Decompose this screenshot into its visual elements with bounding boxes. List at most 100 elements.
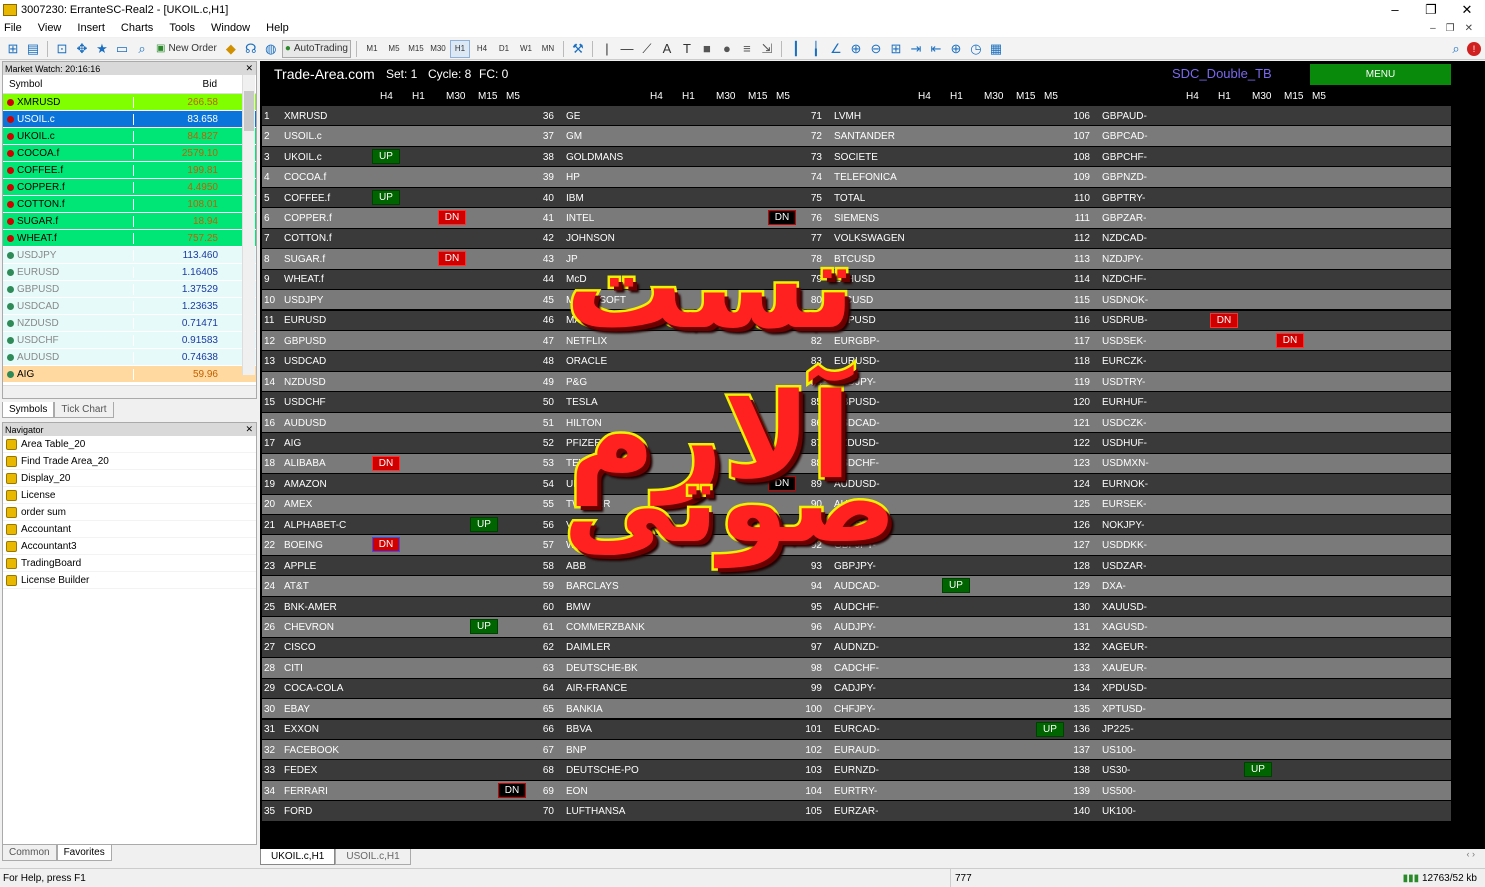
dashboard-row[interactable]: 4 COCOA.f: [260, 167, 528, 188]
tab-favorites[interactable]: Favorites: [56, 845, 112, 861]
tab-tick-chart[interactable]: Tick Chart: [54, 402, 114, 418]
market-watch-row[interactable]: SUGAR.f 18.94: [3, 213, 256, 230]
chart-window[interactable]: Trade-Area.com Set: 1 Cycle: 8 FC: 0 SDC…: [260, 61, 1485, 849]
child-restore-icon[interactable]: ❐: [1446, 23, 1455, 34]
tf-mn[interactable]: MN: [538, 40, 558, 58]
dashboard-row[interactable]: 61 COMMERZBANK: [530, 617, 796, 638]
tf-d1[interactable]: D1: [494, 40, 514, 58]
market-watch-scrollbar[interactable]: [242, 75, 255, 375]
signal-badge[interactable]: UP: [470, 517, 498, 532]
market-watch-row[interactable]: XMRUSD 266.58: [3, 94, 256, 111]
market-watch-row[interactable]: USDJPY 113.460: [3, 247, 256, 264]
dashboard-row[interactable]: 129 DXA-: [1066, 576, 1330, 597]
tf-m1[interactable]: M1: [362, 40, 382, 58]
zoom-out-icon[interactable]: ⊖: [867, 40, 885, 58]
dashboard-row[interactable]: 130 XAUUSD-: [1066, 597, 1330, 618]
market-watch-row[interactable]: COTTON.f 108.01: [3, 196, 256, 213]
dashboard-row[interactable]: 28 CITI: [260, 658, 528, 679]
dashboard-row[interactable]: 109 GBPNZD-: [1066, 167, 1330, 188]
dashboard-row[interactable]: 99 CADJPY-: [798, 679, 1064, 700]
menu-tools[interactable]: Tools: [161, 22, 203, 34]
dashboard-row[interactable]: 74 TELEFONICA: [798, 167, 1064, 188]
signal-badge[interactable]: UP: [1036, 721, 1064, 737]
dashboard-row[interactable]: 36 GE: [530, 106, 796, 127]
dashboard-row[interactable]: 115 USDNOK-: [1066, 290, 1330, 311]
dashboard-row[interactable]: 62 DAIMLER: [530, 638, 796, 659]
market-watch-row[interactable]: GBPUSD 1.37529: [3, 281, 256, 298]
dashboard-row[interactable]: 94 AUDCAD-: [798, 576, 1064, 597]
crosshair-icon[interactable]: ✥: [73, 40, 91, 58]
new-chart-icon[interactable]: ⊞: [4, 40, 22, 58]
navigator-item[interactable]: Accountant: [3, 521, 256, 538]
bar-chart-icon[interactable]: ┃: [787, 40, 805, 58]
dashboard-row[interactable]: 135 XPTUSD-: [1066, 699, 1330, 720]
dashboard-row[interactable]: 95 AUDCHF-: [798, 597, 1064, 618]
market-watch-row[interactable]: UKOIL.c 84.827: [3, 128, 256, 145]
tf-w1[interactable]: W1: [516, 40, 536, 58]
market-watch-row[interactable]: AIG 59.96: [3, 366, 256, 383]
dashboard-row[interactable]: 63 DEUTSCHE-BK: [530, 658, 796, 679]
menu-button[interactable]: MENU: [1310, 64, 1451, 85]
navigator-icon[interactable]: ★: [93, 40, 111, 58]
search-icon[interactable]: ⌕: [1447, 40, 1465, 58]
dashboard-row[interactable]: 40 IBM: [530, 188, 796, 209]
dashboard-row[interactable]: 64 AIR-FRANCE: [530, 679, 796, 700]
dashboard-row[interactable]: 105 EURZAR-: [798, 801, 1064, 822]
dashboard-row[interactable]: 72 SANTANDER: [798, 126, 1064, 147]
tf-h4[interactable]: H4: [472, 40, 492, 58]
dashboard-row[interactable]: 39 HP: [530, 167, 796, 188]
dashboard-row[interactable]: 138 US30-: [1066, 760, 1330, 781]
dashboard-row[interactable]: 111 GBPZAR-: [1066, 208, 1330, 229]
signal-badge[interactable]: DN: [498, 782, 526, 798]
line-chart-icon[interactable]: ∠: [827, 40, 845, 58]
dashboard-row[interactable]: 127 USDDKK-: [1066, 535, 1330, 556]
dashboard-row[interactable]: 60 BMW: [530, 597, 796, 618]
tf-h1[interactable]: H1: [449, 39, 470, 58]
dashboard-row[interactable]: 34 FERRARI: [260, 781, 528, 802]
dashboard-row[interactable]: 107 GBPCAD-: [1066, 126, 1330, 147]
signal-badge[interactable]: DN: [1210, 312, 1238, 328]
dashboard-row[interactable]: 27 CISCO: [260, 638, 528, 659]
market-watch-row[interactable]: USDCAD 1.23635: [3, 298, 256, 315]
navigator-item[interactable]: License: [3, 487, 256, 504]
col-bid[interactable]: Bid: [133, 79, 243, 90]
dashboard-row[interactable]: 125 EURSEK-: [1066, 495, 1330, 516]
dashboard-row[interactable]: 140 UK100-: [1066, 801, 1330, 822]
dashboard-row[interactable]: 73 SOCIETE: [798, 147, 1064, 168]
dashboard-row[interactable]: 116 USDRUB-: [1066, 311, 1330, 332]
market-watch-row[interactable]: WHEAT.f 757.25: [3, 230, 256, 247]
dashboard-row[interactable]: 108 GBPCHF-: [1066, 147, 1330, 168]
market-watch-row[interactable]: USDCHF 0.91583: [3, 332, 256, 349]
navigator-item[interactable]: Accountant3: [3, 538, 256, 555]
navigator-item[interactable]: Display_20: [3, 470, 256, 487]
dashboard-row[interactable]: 119 USDTRY-: [1066, 372, 1330, 393]
chart-tab-usoil[interactable]: USOIL.c,H1: [335, 849, 411, 865]
dashboard-row[interactable]: 131 XAGUSD-: [1066, 617, 1330, 638]
dashboard-row[interactable]: 136 JP225-: [1066, 720, 1330, 741]
dashboard-row[interactable]: 29 COCA-COLA: [260, 679, 528, 700]
tf-m5[interactable]: M5: [384, 40, 404, 58]
dashboard-row[interactable]: 100 CHFJPY-: [798, 699, 1064, 720]
dashboard-row[interactable]: 134 XPDUSD-: [1066, 679, 1330, 700]
dashboard-row[interactable]: 101 EURCAD-: [798, 720, 1064, 741]
dashboard-row[interactable]: 103 EURNZD-: [798, 760, 1064, 781]
restore-icon[interactable]: ❐: [1413, 2, 1449, 18]
dashboard-row[interactable]: 128 USDZAR-: [1066, 556, 1330, 577]
dashboard-row[interactable]: 113 NZDJPY-: [1066, 249, 1330, 270]
dashboard-row[interactable]: 70 LUFTHANSA: [530, 801, 796, 822]
minimize-icon[interactable]: –: [1377, 2, 1413, 17]
navigator-close-icon[interactable]: ✕: [245, 424, 256, 435]
signal-badge[interactable]: UP: [470, 619, 498, 635]
dashboard-row[interactable]: 1 XMRUSD: [260, 106, 528, 127]
dashboard-row[interactable]: 59 BARCLAYS: [530, 576, 796, 597]
arrows-icon[interactable]: ⇲: [758, 40, 776, 58]
dashboard-row[interactable]: 65 BANKIA: [530, 699, 796, 720]
market-watch-row[interactable]: NZDUSD 0.71471: [3, 315, 256, 332]
market-watch-row[interactable]: COFFEE.f 199.81: [3, 162, 256, 179]
indicators-icon[interactable]: ⚒: [569, 40, 587, 58]
menu-help[interactable]: Help: [258, 22, 297, 34]
dashboard-row[interactable]: 123 USDMXN-: [1066, 454, 1330, 475]
periods-icon[interactable]: ◷: [967, 40, 985, 58]
dashboard-row[interactable]: 102 EURAUD-: [798, 740, 1064, 761]
dashboard-row[interactable]: 120 EURHUF-: [1066, 392, 1330, 413]
